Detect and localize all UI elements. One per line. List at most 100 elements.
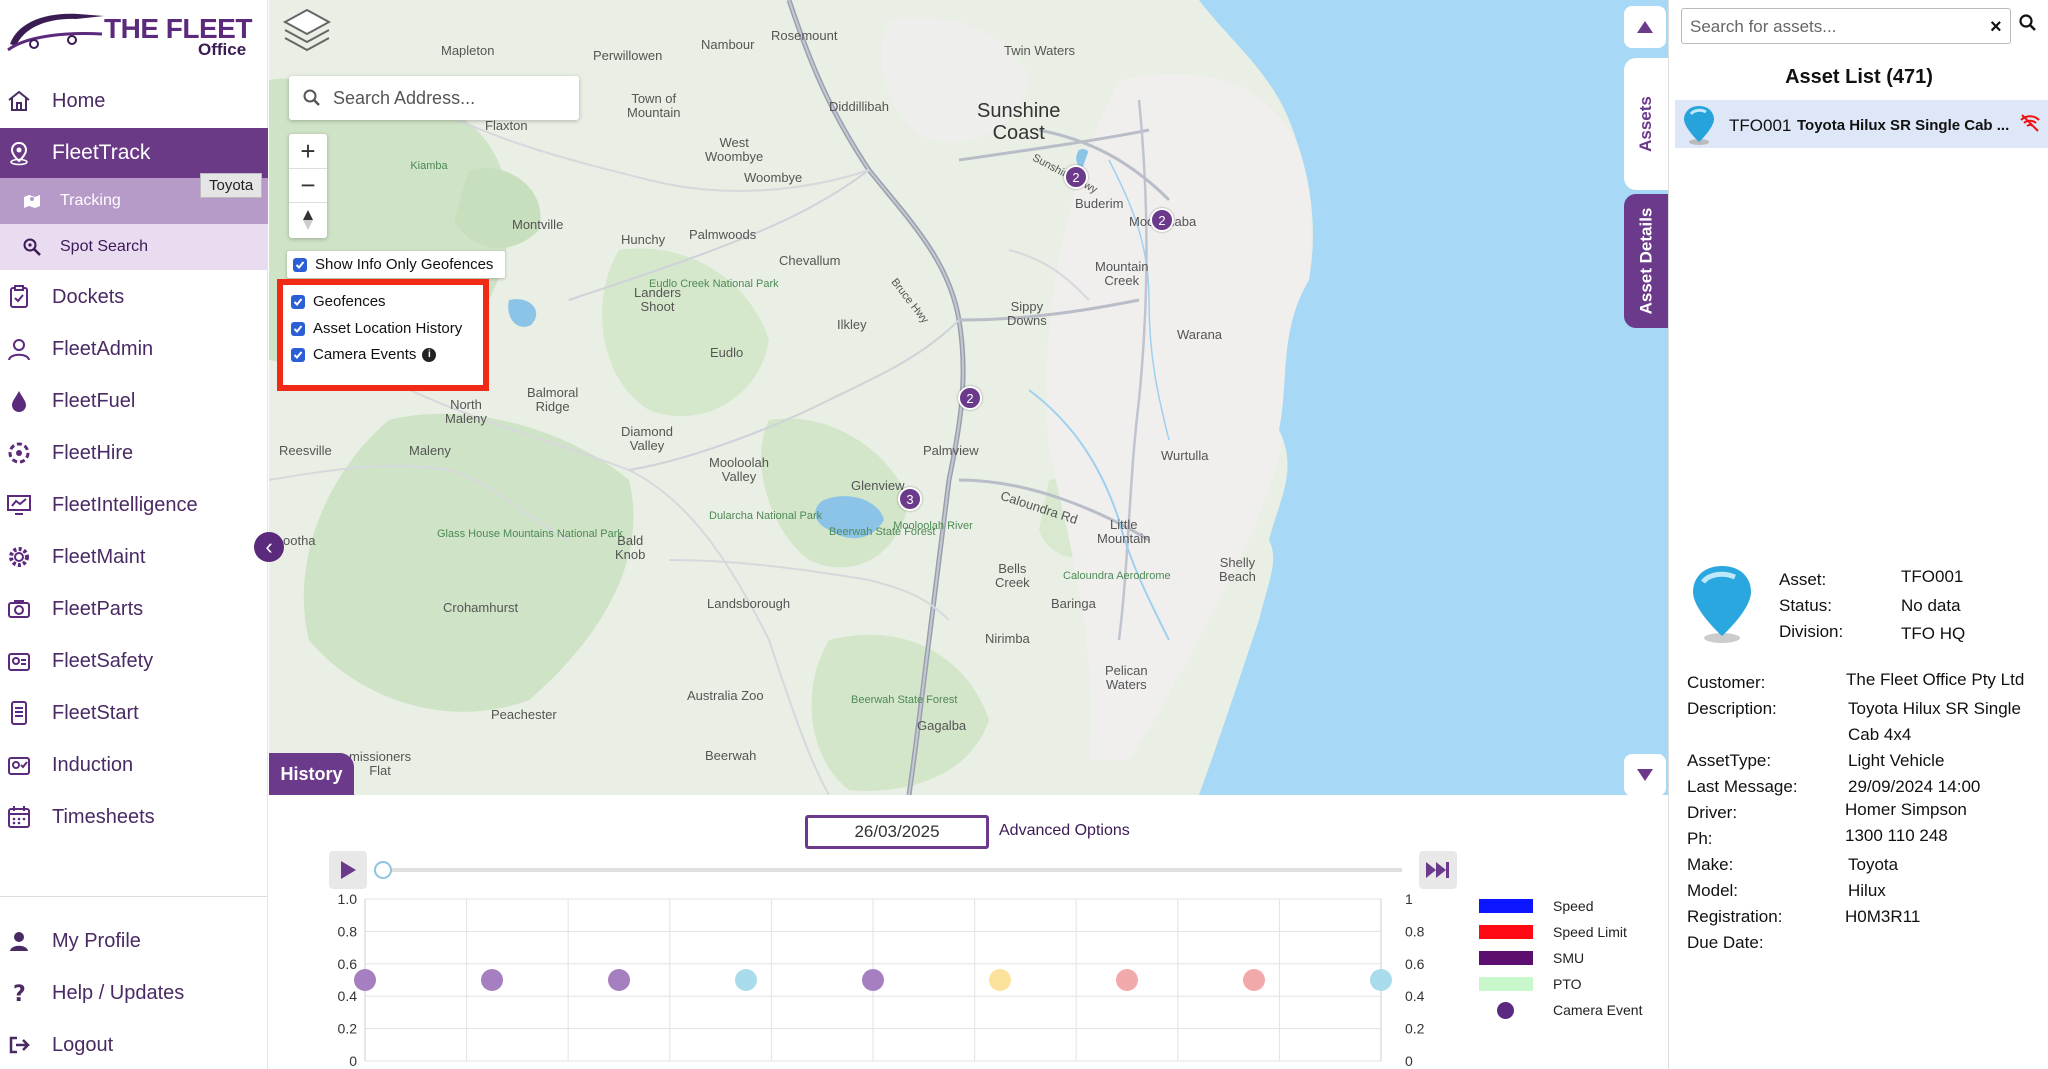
map-cluster-marker[interactable]: 2 <box>1064 165 1088 189</box>
detail-value-registration: H0M3R11 <box>1845 907 1921 926</box>
map-cluster-marker[interactable]: 2 <box>1150 208 1174 232</box>
map-label: Diddillibah <box>829 99 889 114</box>
camera-event-point <box>1116 969 1138 991</box>
zoom-out-button[interactable]: − <box>289 168 327 202</box>
nav-item-timesheets[interactable]: Timesheets <box>0 792 268 842</box>
brand-logo[interactable]: THE FLEET Office <box>6 6 256 59</box>
play-button[interactable] <box>329 851 367 889</box>
location-pin-icon <box>10 141 28 166</box>
camera-events-checkbox[interactable]: Camera Events i <box>291 346 437 363</box>
map-label: Wurtulla <box>1161 448 1209 463</box>
map-label: Landsborough <box>707 596 791 611</box>
no-signal-icon <box>2020 114 2040 132</box>
map-label: Town of Mountain <box>627 91 681 120</box>
camera-event-point <box>1370 969 1392 991</box>
nav-item-induction[interactable]: Induction <box>0 740 268 790</box>
nav-item-label: FleetHire <box>52 441 134 464</box>
zoom-in-button[interactable]: + <box>289 134 327 168</box>
admin-user-icon <box>8 339 30 361</box>
camera-event-point <box>608 969 630 991</box>
legend-item-speed-limit: Speed Limit <box>1479 923 1659 941</box>
nav-item-fleetfuel[interactable]: FleetFuel <box>0 376 268 426</box>
map-label: Little Mountain <box>1097 517 1151 546</box>
asset-search-box[interactable]: × <box>1681 8 2011 44</box>
tab-assets[interactable]: Assets <box>1624 58 1668 190</box>
nav-item-help-updates[interactable]: ? Help / Updates <box>0 968 268 1018</box>
camera-event-point <box>989 969 1011 991</box>
asset-pin-icon <box>1684 106 1714 145</box>
map-label: Bells Creek <box>995 561 1030 590</box>
map-label: Mapleton <box>441 43 495 58</box>
map-cluster-marker[interactable]: 3 <box>898 487 922 511</box>
search-icon <box>303 89 320 106</box>
skip-to-end-button[interactable] <box>1419 851 1457 889</box>
map-cluster-marker[interactable]: 2 <box>958 386 982 410</box>
scroll-down-button[interactable] <box>1624 754 1666 796</box>
map[interactable]: Mapleton Perwillowen Nambour Rosemount T… <box>269 0 1668 795</box>
history-date-picker[interactable]: 26/03/2025 <box>805 815 989 849</box>
clear-search-icon[interactable]: × <box>1990 16 2002 39</box>
nav-item-fleettrack[interactable]: FleetTrack <box>0 128 268 178</box>
sidebar-item-spot-search[interactable]: Spot Search <box>0 224 268 270</box>
nav-item-my-profile[interactable]: My Profile <box>0 916 268 966</box>
tab-asset-details[interactable]: Asset Details <box>1624 194 1668 328</box>
detail-label: Registration: <box>1687 907 1783 926</box>
detail-value-customer: The Fleet Office Pty Ltd <box>1846 670 2025 689</box>
help-icon: ? <box>13 982 26 1006</box>
history-tab[interactable]: History <box>269 753 354 795</box>
detail-value-description: Cab 4x4 <box>1848 725 1912 744</box>
nav-item-home[interactable]: Home <box>0 76 268 126</box>
nav-item-fleetparts[interactable]: FleetParts <box>0 584 268 634</box>
map-label: Montville <box>512 217 564 232</box>
asset-description: Toyota Hilux SR Single Cab ... <box>1797 117 2010 134</box>
detail-value-make: Toyota <box>1848 855 1899 874</box>
brand-subtitle: Office <box>198 40 247 59</box>
asset-location-history-checkbox[interactable]: Asset Location History <box>291 320 463 337</box>
playback-slider-thumb[interactable] <box>374 861 392 879</box>
zoom-control: + − <box>289 134 327 238</box>
map-label: Nambour <box>701 37 755 52</box>
search-icon[interactable] <box>2019 14 2037 32</box>
layers-button[interactable] <box>281 4 333 58</box>
nav-item-fleetmaint[interactable]: FleetMaint <box>0 532 268 582</box>
nav-item-fleetintelligence[interactable]: FleetIntelligence <box>0 480 268 530</box>
detail-value-asset-type: Light Vehicle <box>1848 751 1945 770</box>
nav-item-label: FleetSafety <box>52 649 154 672</box>
y-tick-label: 0.8 <box>338 923 358 939</box>
legend-label: Camera Event <box>1553 1002 1643 1018</box>
map-label: Flaxton <box>485 118 528 133</box>
nav-item-dockets[interactable]: Dockets <box>0 272 268 322</box>
geofences-checkbox[interactable]: Geofences <box>291 293 386 310</box>
nav-item-fleetsafety[interactable]: FleetSafety <box>0 636 268 686</box>
nav-item-label: FleetAdmin <box>52 337 154 360</box>
map-label: ootha <box>283 533 316 548</box>
asset-search-input[interactable] <box>1690 17 1980 37</box>
address-search-box[interactable] <box>289 76 579 120</box>
y-tick-label: 1.0 <box>338 893 358 907</box>
safety-icon <box>8 653 30 671</box>
map-label-sunshine-coast: Sunshine Coast <box>977 100 1061 144</box>
map-label: Beerwah <box>705 748 757 763</box>
nav-item-fleethire[interactable]: FleetHire <box>0 428 268 478</box>
scroll-up-button[interactable] <box>1624 6 1666 48</box>
asset-list-item[interactable]: TFO001 Toyota Hilux SR Single Cab ... <box>1675 100 2048 148</box>
map-label-park: Beerwah State Forest <box>829 526 936 538</box>
legend-item-smu: SMU <box>1479 949 1659 967</box>
address-search-input[interactable] <box>333 86 568 110</box>
tab-label: Assets <box>1636 96 1656 152</box>
info-icon[interactable]: i <box>422 347 437 362</box>
nav-item-fleetstart[interactable]: FleetStart <box>0 688 268 738</box>
plus-icon: + <box>300 135 316 166</box>
playback-slider-track[interactable] <box>382 868 1402 872</box>
map-label: Ilkley <box>837 317 867 332</box>
nav-item-fleetadmin[interactable]: FleetAdmin <box>0 324 268 374</box>
show-info-geofences-checkbox[interactable]: Show Info Only Geofences <box>287 251 505 278</box>
collapse-sidebar-button[interactable]: ‹ <box>254 532 284 562</box>
layers-icon <box>282 8 332 52</box>
reset-north-button[interactable] <box>289 202 327 236</box>
map-label: Buderim <box>1075 196 1124 211</box>
history-panel: 26/03/2025 Advanced Options 0 0 0.2 0.2 0.4 0… <box>269 795 1668 1069</box>
nav-item-logout[interactable]: Logout <box>0 1020 268 1069</box>
camera-event-point <box>354 969 376 991</box>
advanced-options-link[interactable]: Advanced Options <box>999 822 1130 840</box>
